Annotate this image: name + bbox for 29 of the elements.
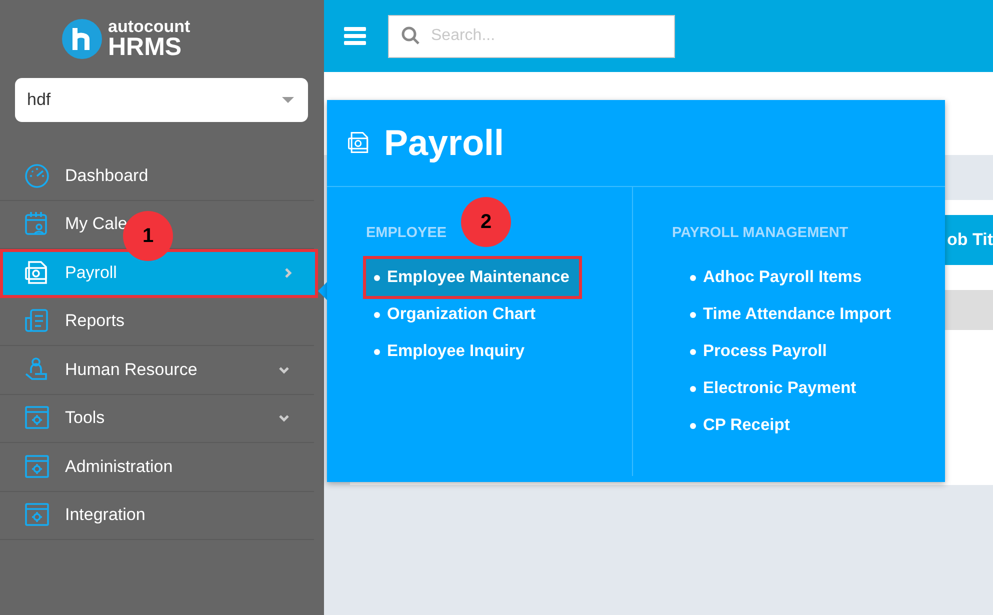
menu-link[interactable]: Adhoc Payroll Items — [690, 259, 862, 296]
sidebar-item[interactable]: Human Resource — [0, 346, 314, 394]
chevron-down-icon — [278, 412, 290, 424]
company-select[interactable]: hdf — [15, 78, 308, 122]
brand-name: autocount — [108, 18, 190, 35]
sidebar-item[interactable]: Tools — [0, 394, 314, 443]
section-heading: PAYROLL MANAGEMENT — [672, 225, 850, 241]
window-gear-icon — [23, 452, 51, 481]
menu-link[interactable]: Electronic Payment — [690, 370, 856, 407]
sidebar-item[interactable]: Payroll — [0, 249, 318, 298]
menu-icon[interactable] — [344, 27, 366, 45]
logo-icon — [62, 19, 102, 59]
sidebar-item[interactable]: Administration — [0, 443, 314, 492]
menu-link[interactable]: Time Attendance Import — [690, 296, 891, 333]
menu-link[interactable]: Employee Inquiry — [366, 333, 535, 370]
flyout-title: Payroll — [384, 122, 504, 164]
menu-link[interactable]: CP Receipt — [690, 407, 790, 444]
sidebar-item[interactable]: Reports — [0, 298, 314, 346]
sidebar-item[interactable]: Dashboard — [0, 152, 314, 200]
section-heading: EMPLOYEE — [366, 225, 448, 241]
product-name: HRMS — [108, 35, 183, 60]
gauge-icon — [23, 162, 51, 190]
menu-link[interactable]: Process Payroll — [690, 333, 827, 370]
search-icon — [401, 26, 421, 46]
sidebar-item[interactable]: Integration — [0, 492, 314, 540]
chevron-right-icon — [282, 266, 294, 279]
menu-link[interactable]: Organization Chart — [366, 296, 546, 333]
menu-link[interactable]: Employee Maintenance — [366, 259, 580, 296]
column-header: ob Tit — [947, 230, 993, 250]
